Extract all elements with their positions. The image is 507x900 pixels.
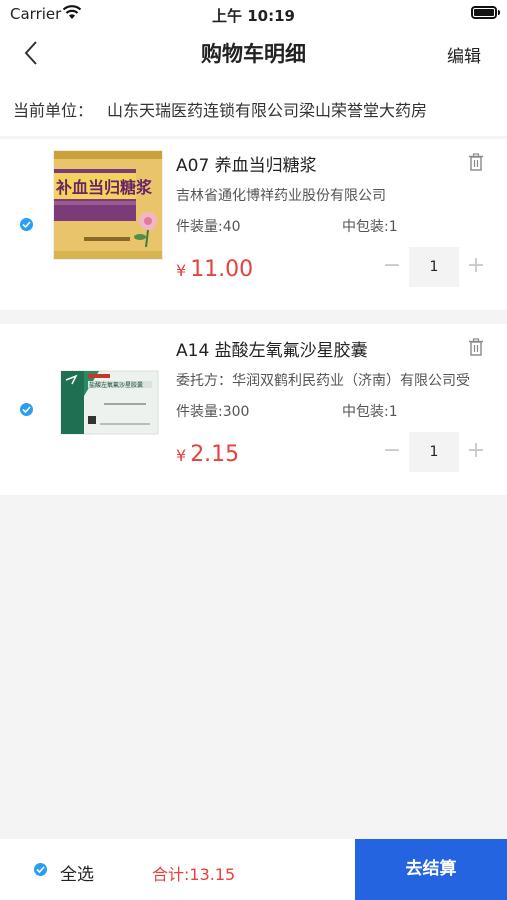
select-all-label[interactable]: 全选 (60, 860, 94, 885)
plus-icon[interactable]: + (459, 247, 493, 287)
minus-icon[interactable]: − (375, 432, 409, 472)
mid-pack: 中包装:1 (342, 219, 398, 235)
page-title: 购物车明细 (201, 42, 306, 66)
svg-text:补血当归糖浆: 补血当归糖浆 (55, 178, 153, 197)
select-all-check-icon[interactable] (34, 863, 47, 876)
item-check-icon[interactable] (20, 218, 33, 231)
item-check-icon[interactable] (20, 403, 33, 416)
quantity-input[interactable]: 1 (409, 432, 459, 472)
product-price: ¥2.15 (176, 442, 239, 467)
price-value: 11.00 (190, 257, 254, 282)
minus-icon[interactable]: − (375, 247, 409, 287)
quantity-stepper: − 1 + (375, 247, 493, 287)
current-unit-label: 当前单位： (13, 101, 94, 120)
product-company: 吉林省通化博祥药业股份有限公司 (176, 188, 386, 204)
nav-bar: 购物车明细 编辑 (0, 28, 507, 78)
cart-item: 补血当归糖浆 A07 养血当归糖浆 吉林省通化博祥药业股份有限公司 件装量:40… (0, 139, 507, 310)
product-company: 委托方：华润双鹤利民药业（济南）有限公司受 (176, 373, 470, 389)
product-price: ¥11.00 (176, 257, 253, 282)
pack-quantity: 件装量:40 (176, 219, 241, 235)
mid-pack: 中包装:1 (342, 404, 398, 420)
total-amount: 合计:13.15 (152, 865, 236, 884)
product-name: A14 盐酸左氧氟沙星胶囊 (176, 341, 368, 361)
checkout-bar: 全选 合计:13.15 去结算 (0, 839, 507, 900)
edit-button[interactable]: 编辑 (447, 42, 481, 67)
currency-symbol: ¥ (176, 261, 187, 280)
quantity-stepper: − 1 + (375, 432, 493, 472)
trash-icon[interactable] (468, 153, 486, 173)
pack-quantity: 件装量:300 (176, 404, 250, 420)
status-bar: Carrier 上午 10:19 (0, 0, 507, 28)
product-image[interactable]: 盐酸左氧氟沙星胶囊 (53, 335, 163, 445)
svg-text:盐酸左氧氟沙星胶囊: 盐酸左氧氟沙星胶囊 (89, 381, 143, 389)
product-name: A07 养血当归糖浆 (176, 156, 317, 176)
checkout-button[interactable]: 去结算 (355, 839, 507, 900)
current-unit-value: 山东天瑞医药连锁有限公司梁山荣誉堂大药房 (107, 101, 428, 120)
cart-item: 盐酸左氧氟沙星胶囊 A14 盐酸左氧氟沙星胶囊 委托方：华润双鹤利民药业（济南）… (0, 324, 507, 495)
plus-icon[interactable]: + (459, 432, 493, 472)
product-image[interactable]: 补血当归糖浆 (53, 150, 163, 260)
trash-icon[interactable] (468, 338, 486, 358)
battery-icon (471, 6, 500, 19)
current-unit-bar: 当前单位： 山东天瑞医药连锁有限公司梁山荣誉堂大药房 (0, 78, 507, 136)
currency-symbol: ¥ (176, 446, 187, 465)
quantity-input[interactable]: 1 (409, 247, 459, 287)
price-value: 2.15 (190, 442, 240, 467)
status-time: 上午 10:19 (212, 7, 295, 25)
